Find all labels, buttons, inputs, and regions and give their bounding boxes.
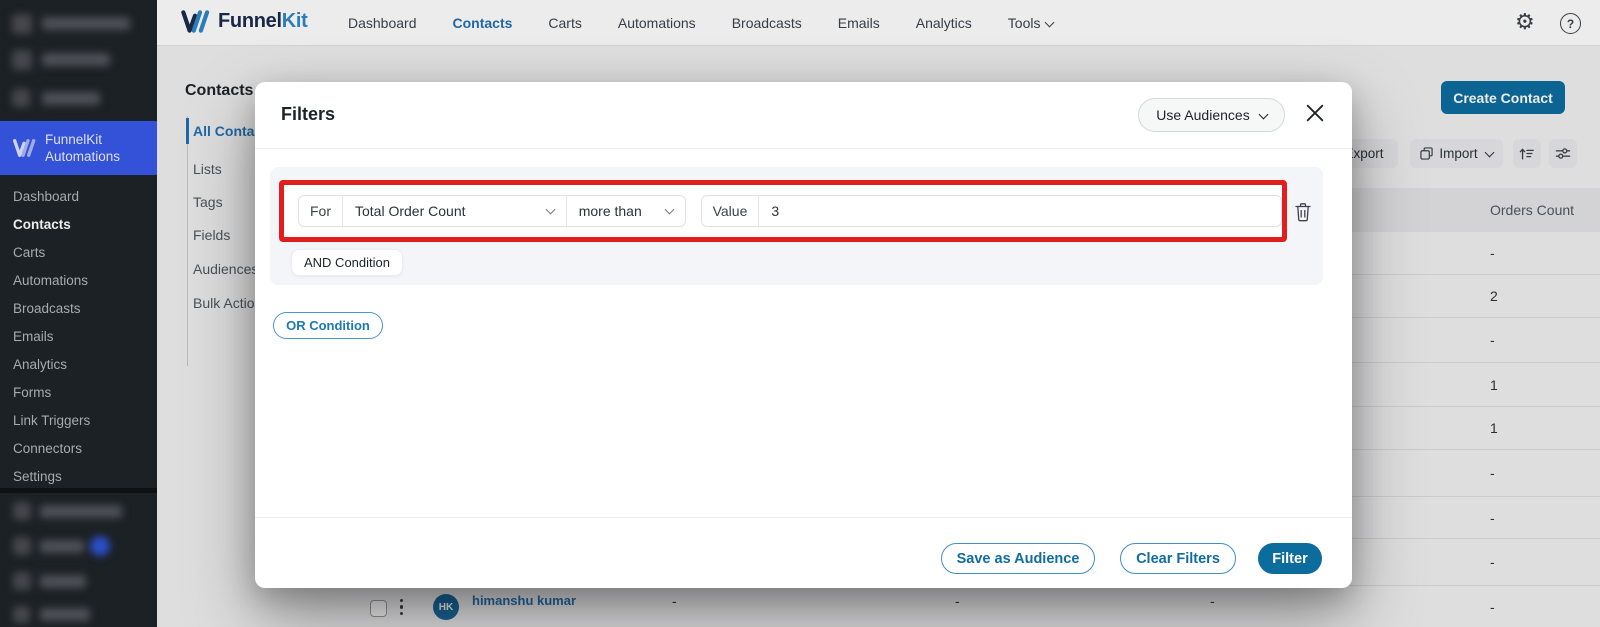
chevron-down-icon xyxy=(545,204,556,215)
highlighted-filter-row: For Total Order Count more than Value xyxy=(279,180,1287,242)
modal-footer-divider xyxy=(255,517,1352,518)
chevron-down-icon xyxy=(664,204,675,215)
filter-button[interactable]: Filter xyxy=(1258,543,1322,574)
chevron-down-icon xyxy=(1258,109,1269,119)
modal-header-divider xyxy=(255,148,1352,149)
close-icon[interactable] xyxy=(1306,104,1324,122)
use-audiences-button[interactable]: Use Audiences xyxy=(1138,98,1285,132)
filter-field-select[interactable]: Total Order Count xyxy=(343,196,567,226)
filter-operator-select[interactable]: more than xyxy=(567,196,685,226)
filters-modal: Filters Use Audiences For Total Order Co… xyxy=(255,82,1352,588)
filter-value-input[interactable] xyxy=(759,196,1281,226)
modal-title: Filters xyxy=(281,104,336,124)
trash-icon xyxy=(1295,202,1311,221)
and-condition-button[interactable]: AND Condition xyxy=(291,249,403,276)
filter-condition-group: For Total Order Count more than xyxy=(298,195,686,227)
delete-filter-button[interactable] xyxy=(1292,201,1314,225)
filter-group-panel: For Total Order Count more than Value 3 … xyxy=(270,167,1323,285)
save-as-audience-button[interactable]: Save as Audience xyxy=(941,543,1095,574)
clear-filters-button[interactable]: Clear Filters xyxy=(1120,543,1236,574)
or-condition-button[interactable]: OR Condition xyxy=(273,312,383,339)
filter-value-group: Value xyxy=(700,195,1282,227)
for-label: For xyxy=(299,196,343,226)
value-label: Value xyxy=(702,196,760,226)
